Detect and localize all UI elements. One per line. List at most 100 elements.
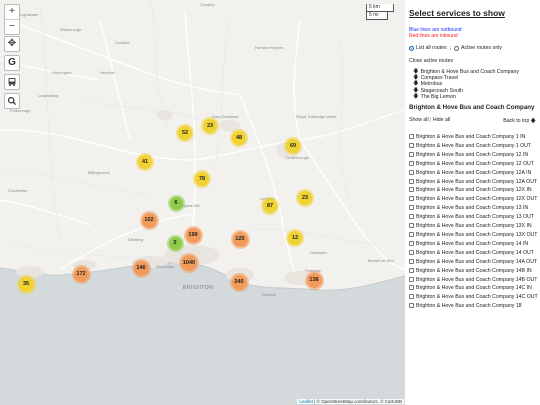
place-label: Bexhill on Sea [368, 258, 394, 263]
marker-cluster[interactable]: 35 [18, 276, 34, 292]
marker-cluster[interactable]: 41 [138, 155, 152, 169]
marker-cluster[interactable]: 69 [286, 139, 300, 153]
marker-cluster[interactable]: 6 [169, 196, 183, 210]
marker-cluster[interactable]: 138 [306, 272, 322, 288]
route-label: Brighton & Hove Bus and Coach Company 14… [416, 294, 538, 301]
route-item: Brighton & Hove Bus and Coach Company 13… [409, 205, 540, 212]
route-checkbox[interactable] [409, 258, 414, 264]
marker-cluster[interactable]: 240 [231, 274, 247, 290]
zoom-in-button[interactable]: + [5, 5, 19, 20]
marker-cluster[interactable]: 23 [203, 119, 217, 133]
place-label: Crowborough [285, 155, 310, 160]
bus-icon [5, 75, 19, 89]
list-all-radio[interactable] [409, 45, 414, 51]
route-label: Brighton & Hove Bus and Coach Company 12… [416, 196, 538, 203]
route-checkbox[interactable] [409, 214, 414, 220]
route-item: Brighton & Hove Bus and Coach Company 12… [409, 196, 540, 203]
place-label: Hailsham [310, 250, 327, 255]
place-label: Lightwater [20, 12, 39, 17]
search-button[interactable] [4, 93, 20, 109]
route-list: Brighton & Hove Bus and Coach Company 1 … [405, 134, 540, 310]
route-label: Brighton & Hove Bus and Coach Company 13… [416, 214, 534, 221]
route-checkbox[interactable] [409, 240, 414, 246]
osm-attribution[interactable]: © OpenStreetMap contributors, © CartoDB [317, 399, 402, 404]
route-item: Brighton & Hove Bus and Coach Company 13… [409, 214, 540, 221]
operator-section-title: Brighton & Hove Bus and Coach Company [409, 104, 535, 112]
route-checkbox[interactable] [409, 142, 414, 148]
route-label: Brighton & Hove Bus and Coach Company 12… [416, 187, 532, 194]
route-item: Brighton & Hove Bus and Coach Company 14… [409, 294, 540, 301]
route-label: Brighton & Hove Bus and Coach Company 12… [416, 160, 534, 167]
route-label: Brighton & Hove Bus and Coach Company 18 [416, 303, 522, 310]
route-checkbox[interactable] [409, 134, 414, 140]
route-checkbox[interactable] [409, 151, 414, 157]
place-label: Billingshurst [88, 170, 110, 175]
route-label: Brighton & Hove Bus and Coach Company 14… [416, 267, 532, 274]
route-item: Brighton & Hove Bus and Coach Company 12… [409, 151, 540, 159]
place-label: Royal Tunbridge Wells [296, 114, 336, 119]
show-all-link[interactable]: Show all [409, 117, 429, 123]
route-checkbox[interactable] [409, 196, 414, 202]
zoom-out-button[interactable]: − [5, 20, 19, 34]
route-checkbox[interactable] [409, 223, 414, 229]
geolocate-button[interactable]: G [4, 55, 20, 71]
route-item: Brighton & Hove Bus and Coach Company 14… [409, 249, 540, 257]
route-item: Brighton & Hove Bus and Coach Company 13… [409, 231, 540, 239]
route-item: Brighton & Hove Bus and Coach Company 12… [409, 178, 540, 186]
map-attribution: Leaflet | © OpenStreetMap contributors, … [297, 399, 404, 404]
marker-cluster[interactable]: 87 [263, 199, 277, 213]
marker-cluster[interactable]: 146 [133, 260, 149, 276]
route-checkbox[interactable] [409, 169, 414, 175]
route-label: Brighton & Hove Bus and Coach Company 12… [416, 151, 529, 158]
operator-link[interactable]: 🡇 The Big Lemon [413, 94, 540, 100]
active-only-label: Active routes only [461, 45, 502, 51]
route-checkbox[interactable] [409, 205, 414, 211]
active-only-radio[interactable] [454, 45, 460, 51]
route-item: Brighton & Hove Bus and Coach Company 14… [409, 276, 540, 284]
route-item: Brighton & Hove Bus and Coach Company 13… [409, 223, 540, 230]
route-filter: List all routes ; Active routes only [409, 45, 540, 51]
marker-cluster[interactable]: 52 [178, 126, 192, 140]
route-checkbox[interactable] [409, 249, 414, 255]
bus-stops-button[interactable] [4, 74, 20, 90]
route-item: Brighton & Hove Bus and Coach Company 14… [409, 240, 540, 248]
map-tiles [0, 0, 405, 405]
g-icon: G [8, 57, 16, 68]
route-checkbox[interactable] [409, 178, 414, 184]
route-label: Brighton & Hove Bus and Coach Company 12… [416, 178, 538, 185]
marker-cluster[interactable]: 48 [232, 131, 246, 145]
route-checkbox[interactable] [409, 294, 414, 300]
route-label: Brighton & Hove Bus and Coach Company 13… [416, 231, 538, 238]
marker-cluster[interactable]: 125 [232, 231, 248, 247]
place-label: Cowfold [115, 40, 130, 45]
place-label: Shoreham [156, 264, 175, 269]
route-checkbox[interactable] [409, 160, 414, 166]
leaflet-link[interactable]: Leaflet [299, 399, 313, 404]
route-checkbox[interactable] [409, 187, 414, 193]
route-item: Brighton & Hove Bus and Coach Company 18 [409, 303, 540, 310]
fullscreen-button[interactable]: ✥ [4, 36, 20, 52]
route-checkbox[interactable] [409, 285, 414, 291]
place-label: Seaford [262, 292, 277, 297]
marker-cluster[interactable]: 12 [288, 231, 302, 245]
marker-cluster[interactable]: 172 [73, 266, 89, 282]
inbound-note: Red lines are inbound [409, 33, 458, 39]
route-checkbox[interactable] [409, 276, 414, 282]
marker-cluster[interactable]: 199 [185, 227, 201, 243]
marker-cluster[interactable]: 5 [168, 236, 182, 250]
route-checkbox[interactable] [409, 267, 414, 273]
route-item: Brighton & Hove Bus and Coach Company 12… [409, 187, 540, 194]
close-active-routes[interactable]: Close active routes [409, 58, 540, 64]
route-checkbox[interactable] [409, 231, 414, 237]
place-label: Crawley [200, 2, 215, 7]
marker-cluster[interactable]: 78 [195, 172, 209, 186]
hide-all-link[interactable]: Hide all [433, 117, 450, 123]
move-icon: ✥ [7, 38, 17, 49]
route-checkbox[interactable] [409, 303, 414, 309]
map[interactable]: Lightwater Crawley Wisborough Cowfold Ho… [0, 0, 405, 405]
marker-cluster[interactable]: 102 [141, 212, 157, 228]
marker-cluster[interactable]: 1040 [181, 255, 197, 271]
route-label: Brighton & Hove Bus and Coach Company 1 … [416, 142, 532, 149]
marker-cluster[interactable]: 23 [298, 191, 312, 205]
back-to-top-link[interactable]: Back to top 🡅 [503, 117, 536, 126]
